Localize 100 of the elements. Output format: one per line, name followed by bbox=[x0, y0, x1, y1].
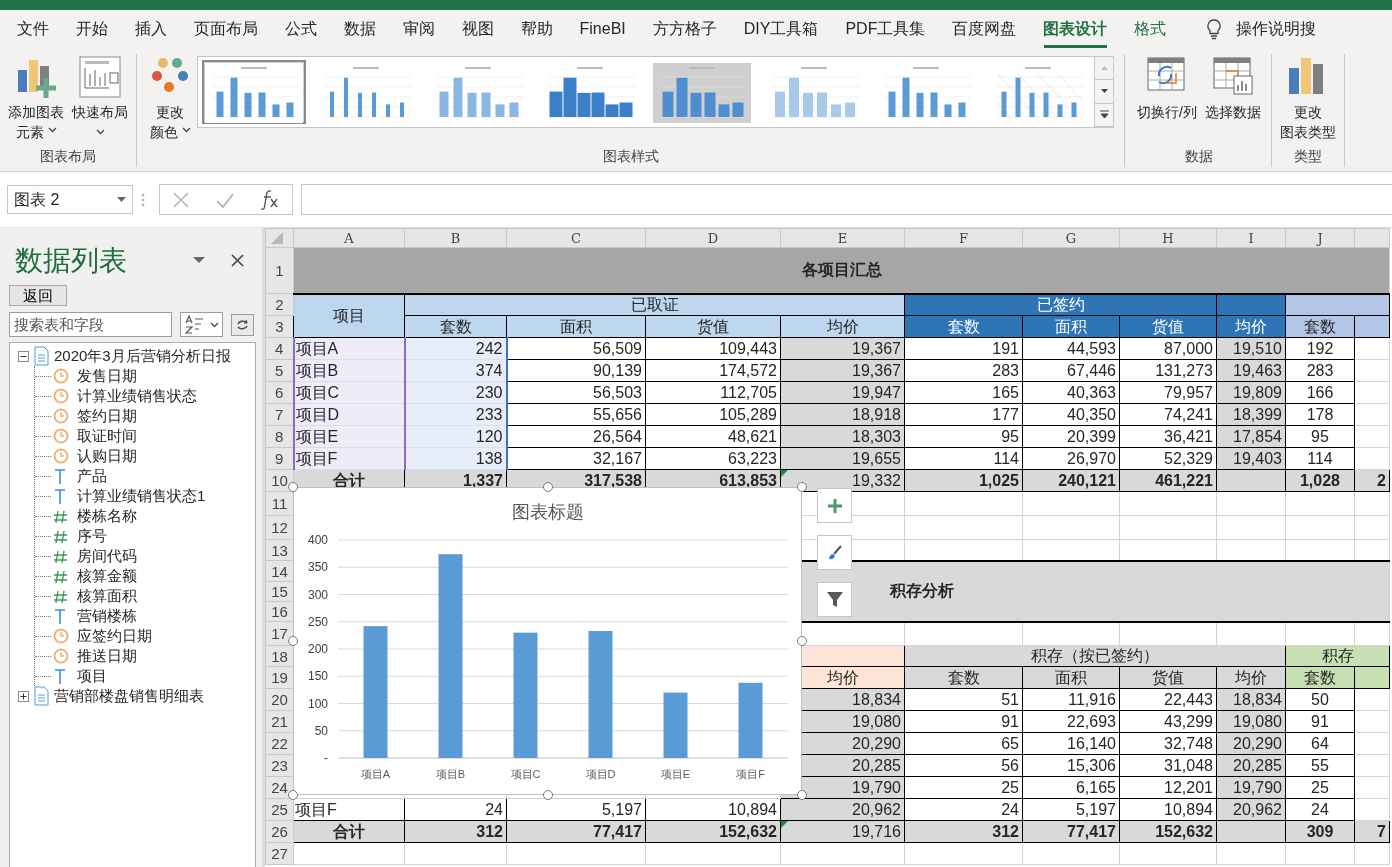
table-cell: 项目D bbox=[293, 403, 405, 426]
table-cell: 项目B bbox=[293, 359, 405, 382]
ribbon-tab[interactable]: 视图 bbox=[448, 12, 507, 46]
table-cell: 109,443 bbox=[645, 337, 781, 360]
close-icon[interactable] bbox=[231, 253, 244, 267]
row-header[interactable]: 8 bbox=[265, 425, 294, 448]
ribbon-tab[interactable]: 方方格子 bbox=[639, 12, 731, 46]
row-header[interactable]: 16 bbox=[265, 601, 294, 622]
chart-area[interactable]: 图表标题 - 50 100 150 200 250 300 350 400 项目A 项目B 项目C 项目D 项目E 项目F bbox=[293, 487, 802, 795]
lightbulb-icon[interactable] bbox=[1205, 18, 1222, 40]
row-header[interactable]: 2 bbox=[265, 293, 294, 316]
cancel-icon[interactable] bbox=[173, 191, 190, 208]
column-header[interactable]: A bbox=[293, 228, 405, 248]
bar bbox=[663, 692, 688, 758]
row-header[interactable]: 9 bbox=[265, 447, 294, 470]
ribbon-tab[interactable]: 插入 bbox=[121, 12, 180, 46]
ribbon-tab[interactable]: FineBI bbox=[566, 12, 640, 46]
row-header[interactable]: 23 bbox=[265, 754, 294, 777]
ribbon-button[interactable]: 添加图表 元素 bbox=[6, 54, 66, 144]
row-header[interactable]: 11 bbox=[265, 491, 294, 516]
row-header[interactable]: 15 bbox=[265, 581, 294, 602]
ribbon-tab[interactable]: 百度网盘 bbox=[938, 12, 1030, 46]
chart-style-thumbnail[interactable] bbox=[202, 60, 306, 124]
clock-icon bbox=[53, 647, 69, 665]
column-header[interactable]: D bbox=[645, 228, 781, 248]
row-header[interactable]: 7 bbox=[265, 403, 294, 426]
row-header[interactable]: 13 bbox=[265, 539, 294, 561]
chart-style-thumbnail[interactable] bbox=[650, 60, 754, 124]
resize-handle[interactable] bbox=[288, 636, 298, 646]
search-field[interactable]: 搜索表和字段 bbox=[9, 312, 172, 337]
row-header[interactable]: 14 bbox=[265, 560, 294, 582]
resize-handle[interactable] bbox=[542, 482, 553, 492]
column-header[interactable]: I bbox=[1216, 228, 1286, 248]
chart-styles-button[interactable] bbox=[817, 535, 852, 570]
drag-dots-icon[interactable] bbox=[141, 192, 145, 207]
sort-button[interactable] bbox=[180, 312, 223, 337]
collapse-icon[interactable] bbox=[18, 350, 29, 362]
column-header[interactable]: B bbox=[404, 228, 507, 248]
column-header[interactable]: H bbox=[1119, 228, 1217, 248]
resize-handle[interactable] bbox=[288, 482, 298, 492]
row-header[interactable]: 27 bbox=[265, 842, 294, 865]
ribbon-button[interactable]: 更改 颜色 bbox=[147, 54, 193, 144]
header-cell: 已签约 bbox=[904, 293, 1217, 316]
ribbon-tab[interactable]: 审阅 bbox=[389, 12, 448, 46]
table-cell: 40,350 bbox=[1022, 403, 1120, 426]
ribbon-tab[interactable]: DIY工具箱 bbox=[730, 12, 832, 46]
ribbon-tab[interactable]: 格式 bbox=[1120, 12, 1180, 46]
ribbon-tab[interactable]: 文件 bbox=[3, 12, 62, 46]
resize-handle[interactable] bbox=[542, 790, 553, 800]
check-icon[interactable] bbox=[216, 191, 234, 208]
ribbon-tab[interactable]: PDF工具集 bbox=[831, 12, 939, 46]
ribbon-tab[interactable]: 图表设计 bbox=[1029, 12, 1121, 46]
ribbon-button[interactable]: 快速布局 bbox=[70, 54, 130, 144]
axis-label: 项目D bbox=[585, 768, 616, 780]
more-styles-icon[interactable] bbox=[1099, 110, 1109, 120]
tell-me-search[interactable]: 操作说明搜 bbox=[1235, 17, 1316, 41]
ribbon-tab[interactable]: 开始 bbox=[62, 12, 121, 46]
row-header[interactable]: 1 bbox=[265, 247, 294, 294]
row-header[interactable]: 21 bbox=[265, 710, 294, 733]
back-button[interactable]: 返回 bbox=[9, 285, 67, 306]
table-cell: 24 bbox=[404, 798, 507, 821]
row-header[interactable]: 19 bbox=[265, 666, 294, 689]
ribbon-button[interactable]: 切换行/列 bbox=[1135, 54, 1199, 124]
refresh-button[interactable] bbox=[231, 313, 254, 336]
column-header[interactable]: J bbox=[1285, 228, 1355, 248]
column-header[interactable]: C bbox=[506, 228, 646, 248]
resize-handle[interactable] bbox=[288, 790, 298, 800]
scroll-down-icon[interactable] bbox=[1099, 88, 1109, 95]
chart-filters-button[interactable] bbox=[817, 582, 852, 617]
row-header[interactable]: 12 bbox=[265, 515, 294, 540]
name-box[interactable]: 图表 2 bbox=[7, 185, 133, 214]
row-header[interactable]: 18 bbox=[265, 645, 294, 667]
table-cell: 114 bbox=[1285, 447, 1355, 470]
resize-handle[interactable] bbox=[797, 636, 807, 646]
row-header[interactable]: 22 bbox=[265, 732, 294, 755]
resize-handle[interactable] bbox=[797, 790, 807, 800]
row-header[interactable]: 6 bbox=[265, 381, 294, 404]
table-cell: 174,572 bbox=[645, 359, 781, 382]
column-header[interactable]: E bbox=[780, 228, 905, 248]
resize-handle[interactable] bbox=[797, 482, 807, 492]
column-header[interactable]: F bbox=[904, 228, 1023, 248]
chart-elements-button[interactable] bbox=[817, 488, 852, 523]
ribbon-tab[interactable]: 帮助 bbox=[507, 12, 566, 46]
ribbon-tab[interactable]: 页面布局 bbox=[180, 12, 271, 46]
formula-field[interactable] bbox=[301, 184, 1392, 215]
ribbon-tab[interactable]: 公式 bbox=[271, 12, 330, 46]
column-header[interactable]: G bbox=[1022, 228, 1120, 248]
row-header[interactable]: 4 bbox=[265, 337, 294, 360]
row-header[interactable]: 5 bbox=[265, 359, 294, 382]
ribbon-button[interactable]: 选择数据 bbox=[1202, 54, 1263, 124]
ribbon-button[interactable]: 更改 图表类型 bbox=[1277, 54, 1338, 144]
function-icon[interactable] bbox=[260, 189, 279, 210]
dropdown-icon[interactable] bbox=[193, 257, 205, 263]
expand-icon[interactable] bbox=[18, 690, 29, 702]
row-header[interactable]: 25 bbox=[265, 798, 294, 821]
ribbon-tab[interactable]: 数据 bbox=[330, 12, 389, 46]
row-header[interactable]: 26 bbox=[265, 820, 294, 843]
table-cell: 44,593 bbox=[1022, 337, 1120, 360]
row-header[interactable]: 20 bbox=[265, 688, 294, 711]
row-header[interactable]: 3 bbox=[265, 315, 294, 338]
